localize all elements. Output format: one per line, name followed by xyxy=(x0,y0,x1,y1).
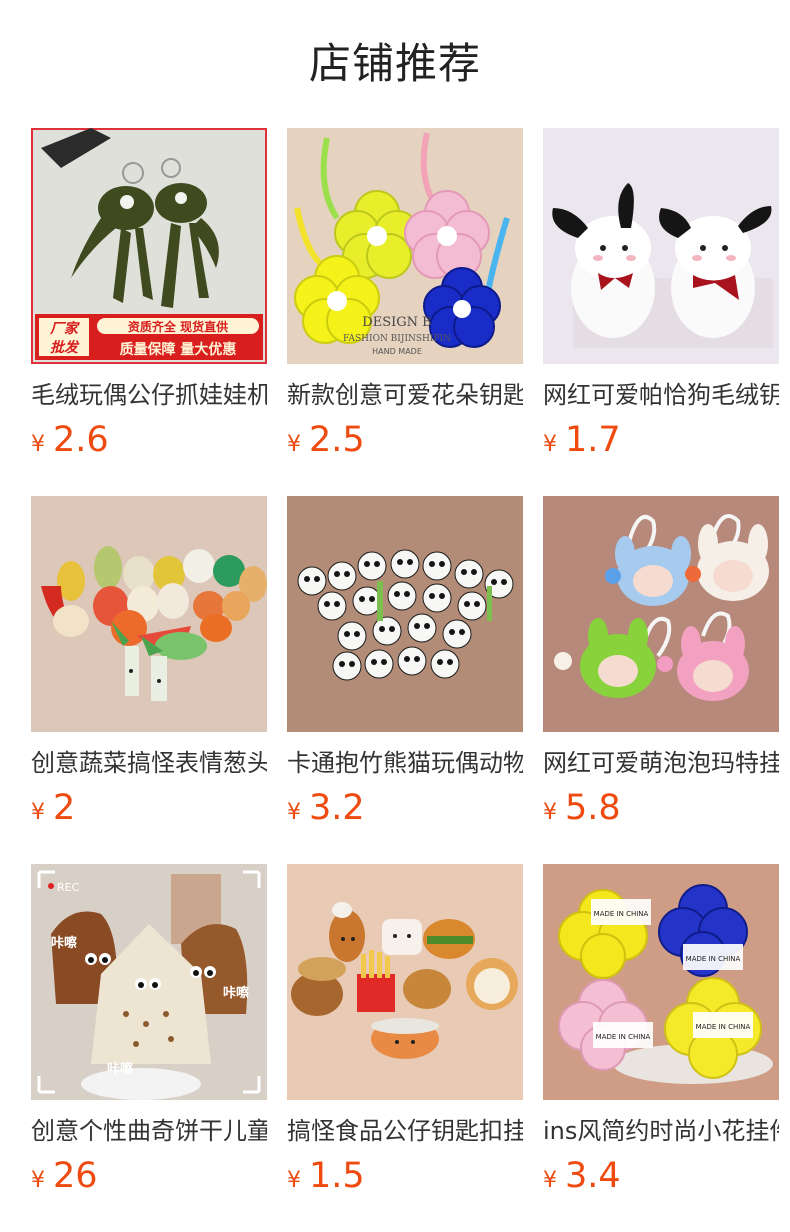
badge-left-1: 厂家 xyxy=(49,320,80,337)
product-name[interactable]: 创意蔬菜搞怪表情葱头毛绒挂件 xyxy=(31,746,267,780)
price-value: 5.8 xyxy=(565,788,621,828)
product-card[interactable]: 厂家 批发 资质齐全 现货直供 质量保障 量大优惠 毛绒玩偶公仔抓娃娃机钥匙扣挂… xyxy=(31,128,267,468)
label-tag-2: MADE IN CHINA xyxy=(686,955,741,963)
label-tag-4: MADE IN CHINA xyxy=(696,1023,751,1031)
product-card[interactable]: 网红可爱萌泡泡玛特挂件 ¥5.8 xyxy=(543,496,779,836)
page-title: 店铺推荐 xyxy=(308,38,481,88)
product-price: ¥5.8 xyxy=(543,786,779,836)
product-name[interactable]: 新款创意可爱花朵钥匙扣挂件 xyxy=(287,378,523,412)
vegetable-plush-image xyxy=(31,496,267,732)
currency-symbol: ¥ xyxy=(287,432,301,457)
product-price: ¥26 xyxy=(31,1154,267,1204)
product-name[interactable]: 卡通抱竹熊猫玩偶动物挂件 xyxy=(287,746,523,780)
product-price: ¥1.7 xyxy=(543,418,779,468)
product-image[interactable] xyxy=(287,496,523,732)
sound-label-3: 咔嚓 xyxy=(107,1061,133,1077)
product-card[interactable]: REC 咔嚓 咔嚓 咔嚓 创意个性曲奇饼干儿童背包 ¥26 xyxy=(31,864,267,1204)
badge-right-2: 质量保障 量大优惠 xyxy=(120,341,237,358)
currency-symbol: ¥ xyxy=(543,800,557,825)
badge-left-2: 批发 xyxy=(50,339,80,356)
label-tag-1: MADE IN CHINA xyxy=(594,910,649,918)
cookie-backpack-image: REC 咔嚓 咔嚓 咔嚓 xyxy=(31,864,267,1100)
price-value: 3.2 xyxy=(309,788,365,828)
price-value: 2.5 xyxy=(309,420,365,460)
currency-symbol: ¥ xyxy=(31,1168,45,1193)
badge-right-1: 资质齐全 现货直供 xyxy=(128,319,228,334)
page-header: 店铺推荐 xyxy=(0,0,790,120)
currency-symbol: ¥ xyxy=(287,1168,301,1193)
product-card[interactable]: MADE IN CHINA MADE IN CHINA MADE IN CHIN… xyxy=(543,864,779,1204)
currency-symbol: ¥ xyxy=(31,432,45,457)
product-name[interactable]: 创意个性曲奇饼干儿童背包 xyxy=(31,1114,267,1148)
product-card[interactable]: 搞怪食品公仔钥匙扣挂件 ¥1.5 xyxy=(287,864,523,1204)
price-value: 3.4 xyxy=(565,1156,621,1196)
product-price: ¥3.4 xyxy=(543,1154,779,1204)
product-price: ¥2.5 xyxy=(287,418,523,468)
pochacco-plush-image xyxy=(543,128,779,364)
food-plush-image xyxy=(287,864,523,1100)
product-image[interactable]: 厂家 批发 资质齐全 现货直供 质量保障 量大优惠 xyxy=(31,128,267,364)
product-price: ¥1.5 xyxy=(287,1154,523,1204)
product-image[interactable]: DESIGN B FASHION BIJINSHIPIN HAND MADE xyxy=(287,128,523,364)
price-value: 2 xyxy=(53,788,76,828)
currency-symbol: ¥ xyxy=(287,800,301,825)
currency-symbol: ¥ xyxy=(543,1168,557,1193)
product-image[interactable] xyxy=(543,496,779,732)
sound-label-2: 咔嚓 xyxy=(223,985,249,1001)
product-price: ¥2 xyxy=(31,786,267,836)
frog-plush-image: 厂家 批发 资质齐全 现货直供 质量保障 量大优惠 xyxy=(31,128,267,364)
label-tag-3: MADE IN CHINA xyxy=(596,1033,651,1041)
flower-keychain-image: DESIGN B FASHION BIJINSHIPIN HAND MADE xyxy=(287,128,523,364)
product-image[interactable] xyxy=(543,128,779,364)
sound-label-1: 咔嚓 xyxy=(51,935,77,951)
product-name[interactable]: 网红可爱萌泡泡玛特挂件 xyxy=(543,746,779,780)
product-name[interactable]: ins风简约时尚小花挂件 xyxy=(543,1114,779,1148)
sign-line1: DESIGN B xyxy=(362,315,431,330)
product-image[interactable] xyxy=(31,496,267,732)
price-value: 1.7 xyxy=(565,420,621,460)
product-card[interactable]: 创意蔬菜搞怪表情葱头毛绒挂件 ¥2 xyxy=(31,496,267,836)
currency-symbol: ¥ xyxy=(543,432,557,457)
price-value: 2.6 xyxy=(53,420,109,460)
product-card[interactable]: 卡通抱竹熊猫玩偶动物挂件 ¥3.2 xyxy=(287,496,523,836)
sign-line3: HAND MADE xyxy=(372,347,422,356)
price-value: 26 xyxy=(53,1156,98,1196)
sign-line2: FASHION BIJINSHIPIN xyxy=(343,334,451,344)
price-value: 1.5 xyxy=(309,1156,365,1196)
product-name[interactable]: 搞怪食品公仔钥匙扣挂件 xyxy=(287,1114,523,1148)
product-image[interactable] xyxy=(287,864,523,1100)
product-name[interactable]: 网红可爱帕恰狗毛绒钥匙扣 xyxy=(543,378,779,412)
popmart-plush-image xyxy=(543,496,779,732)
flower-pendant-image: MADE IN CHINA MADE IN CHINA MADE IN CHIN… xyxy=(543,864,779,1100)
currency-symbol: ¥ xyxy=(31,800,45,825)
product-card[interactable]: 网红可爱帕恰狗毛绒钥匙扣 ¥1.7 xyxy=(543,128,779,468)
panda-plush-image xyxy=(287,496,523,732)
product-price: ¥3.2 xyxy=(287,786,523,836)
product-price: ¥2.6 xyxy=(31,418,267,468)
product-image[interactable]: MADE IN CHINA MADE IN CHINA MADE IN CHIN… xyxy=(543,864,779,1100)
product-card[interactable]: DESIGN B FASHION BIJINSHIPIN HAND MADE 新… xyxy=(287,128,523,468)
product-name[interactable]: 毛绒玩偶公仔抓娃娃机钥匙扣挂件 xyxy=(31,378,267,412)
rec-label: REC xyxy=(57,881,80,894)
product-image[interactable]: REC 咔嚓 咔嚓 咔嚓 xyxy=(31,864,267,1100)
